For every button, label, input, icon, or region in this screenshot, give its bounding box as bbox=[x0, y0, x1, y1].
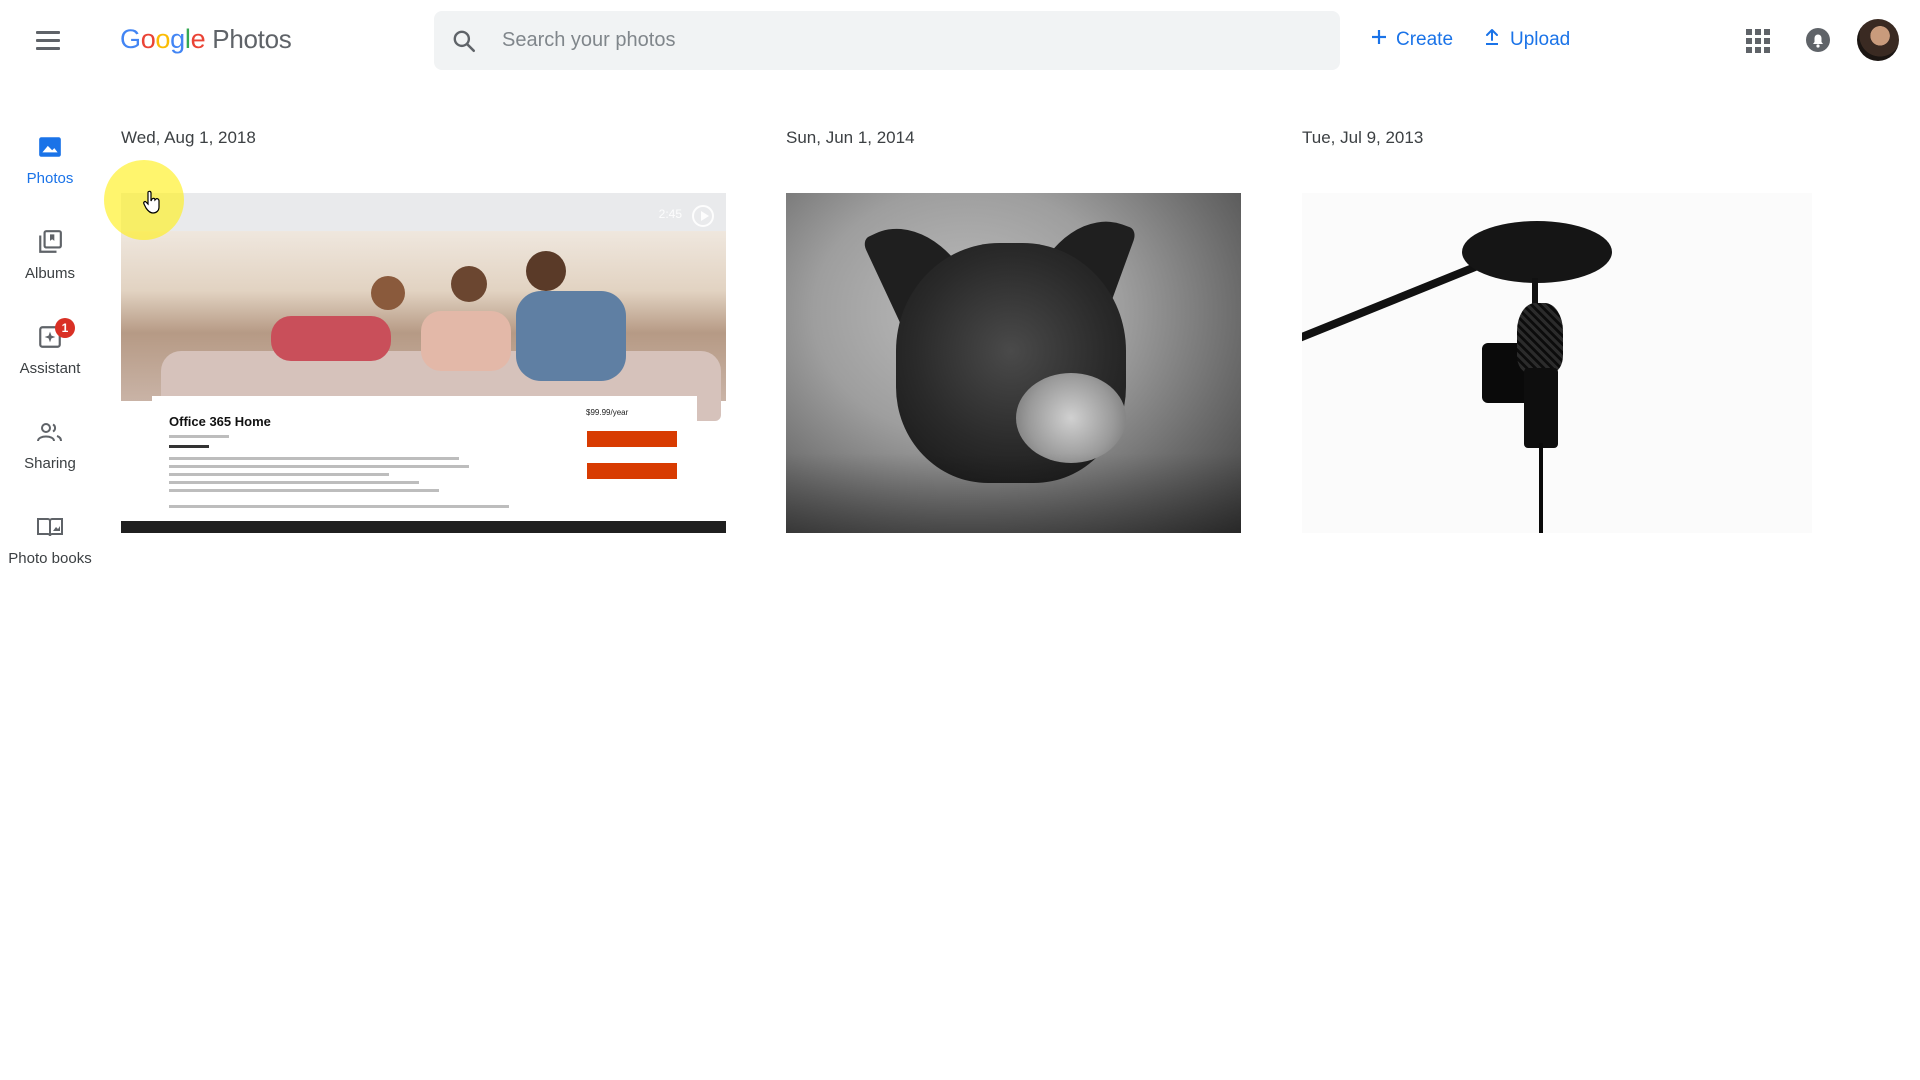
video-thumbnail[interactable]: Office 365 Home $99.99/year 2:45 bbox=[121, 193, 726, 533]
plus-icon bbox=[1370, 28, 1388, 52]
logo-letter: o bbox=[140, 24, 156, 54]
side-navigation: Photos Albums 1 Assistant Sharing Photo … bbox=[0, 120, 100, 595]
search-input[interactable] bbox=[502, 29, 1302, 52]
logo-letter: G bbox=[120, 24, 141, 54]
date-group: Wed, Aug 1, 2018 Office 365 Home $99.99/… bbox=[121, 128, 726, 533]
main-menu-button[interactable] bbox=[30, 24, 66, 56]
sidebar-item-photo-books[interactable]: Photo books bbox=[0, 500, 100, 595]
play-icon bbox=[692, 205, 714, 227]
logo-letter: e bbox=[190, 24, 206, 54]
video-frame-price: $99.99/year bbox=[586, 408, 629, 417]
group-date: Sun, Jun 1, 2014 bbox=[786, 128, 915, 147]
logo-letter: g bbox=[170, 24, 185, 54]
sidebar-item-label: Assistant bbox=[19, 360, 81, 377]
photo-thumbnail[interactable] bbox=[1302, 193, 1812, 533]
sidebar-item-label: Photo books bbox=[8, 550, 92, 567]
sidebar-item-label: Sharing bbox=[24, 455, 76, 472]
date-group: Tue, Jul 9, 2013 bbox=[1302, 128, 1812, 533]
albums-icon bbox=[35, 227, 65, 257]
photo-icon bbox=[35, 132, 65, 162]
create-label: Create bbox=[1396, 29, 1454, 50]
logo-letter: o bbox=[155, 24, 171, 54]
group-date: Tue, Jul 9, 2013 bbox=[1302, 128, 1424, 147]
sidebar-item-assistant[interactable]: 1 Assistant bbox=[0, 310, 100, 405]
apps-grid-icon[interactable] bbox=[1742, 25, 1772, 55]
menu-icon-bar bbox=[36, 38, 60, 42]
video-frame-buy-button bbox=[587, 431, 677, 447]
people-icon bbox=[35, 417, 65, 447]
menu-icon-bar bbox=[36, 46, 60, 50]
video-frame-taskbar bbox=[121, 521, 726, 533]
upload-button[interactable]: Upload bbox=[1482, 24, 1570, 56]
upload-icon bbox=[1482, 27, 1502, 53]
menu-icon-bar bbox=[36, 30, 60, 34]
search-bar[interactable] bbox=[434, 11, 1340, 70]
create-button[interactable]: Create bbox=[1370, 24, 1453, 56]
sidebar-item-label: Photos bbox=[26, 170, 74, 187]
upload-label: Upload bbox=[1510, 29, 1571, 50]
video-frame-buy-button bbox=[587, 463, 677, 479]
sidebar-item-albums[interactable]: Albums bbox=[0, 215, 100, 310]
photo-thumbnail[interactable] bbox=[786, 193, 1241, 533]
book-icon bbox=[35, 512, 65, 542]
video-frame-hero-image bbox=[121, 231, 726, 421]
video-duration: 2:45 bbox=[658, 207, 682, 221]
video-frame-browser-bar bbox=[121, 193, 726, 231]
account-avatar[interactable] bbox=[1857, 19, 1899, 61]
top-app-bar: Google Photos Create Upload bbox=[0, 0, 1920, 80]
notification-badge: 1 bbox=[55, 318, 75, 338]
sidebar-item-sharing[interactable]: Sharing bbox=[0, 405, 100, 500]
sidebar-item-photos[interactable]: Photos bbox=[0, 120, 100, 215]
search-icon[interactable] bbox=[434, 11, 494, 70]
logo-product-name: Photos bbox=[212, 24, 292, 54]
bell-icon[interactable] bbox=[1802, 24, 1834, 56]
video-frame-card-title: Office 365 Home bbox=[169, 414, 271, 429]
date-group: Sun, Jun 1, 2014 bbox=[786, 128, 1241, 533]
sidebar-item-label: Albums bbox=[24, 265, 76, 282]
group-date: Wed, Aug 1, 2018 bbox=[121, 128, 256, 147]
google-photos-logo[interactable]: Google Photos bbox=[120, 24, 292, 55]
